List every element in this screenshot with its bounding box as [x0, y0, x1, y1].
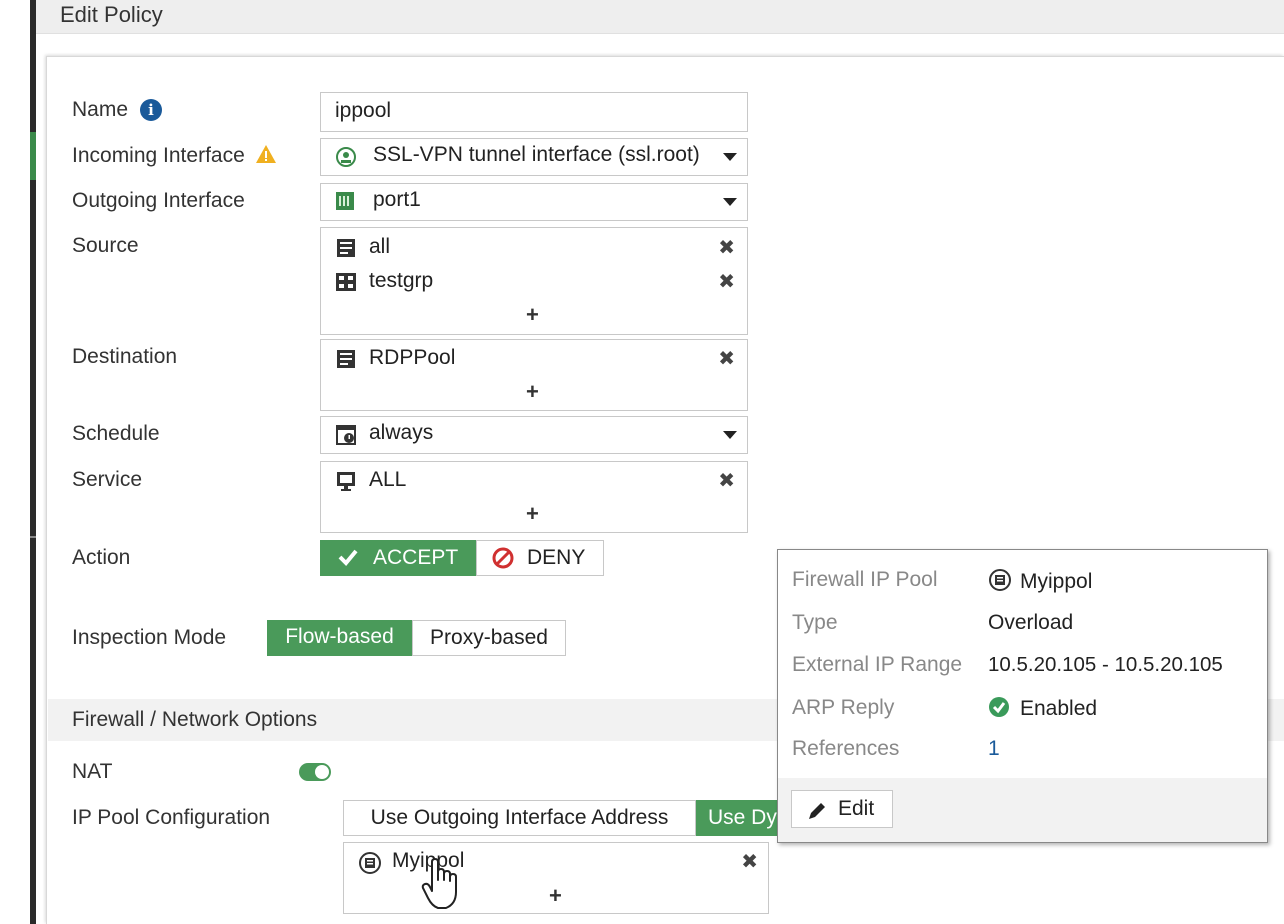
ip-pool-icon	[988, 568, 1012, 598]
outgoing-interface-select[interactable]: port1	[320, 183, 748, 221]
accept-label: ACCEPT	[373, 546, 459, 569]
tooltip-key: Firewall IP Pool	[792, 568, 938, 591]
schedule-value: always	[369, 421, 434, 444]
address-group-icon	[335, 271, 357, 299]
remove-icon[interactable]: ✖	[718, 346, 735, 371]
nat-label: NAT	[72, 760, 113, 783]
left-gutter	[0, 0, 30, 924]
schedule-label: Schedule	[72, 422, 160, 445]
nat-toggle[interactable]	[299, 763, 331, 781]
name-input[interactable]: ippool	[320, 92, 748, 132]
add-destination-icon[interactable]: +	[526, 379, 539, 405]
tooltip-row: References 1	[792, 737, 1262, 767]
inspection-mode-label: Inspection Mode	[72, 626, 227, 649]
tooltip-value: 10.5.20.105 - 10.5.20.105	[988, 653, 1223, 676]
ip-pool-list: Myippol ✖ +	[343, 842, 769, 914]
tooltip-key: ARP Reply	[792, 696, 895, 719]
schedule-select[interactable]: always	[320, 416, 748, 454]
references-link[interactable]: 1	[988, 737, 1000, 761]
tooltip-value: Enabled	[988, 696, 1097, 724]
tooltip-row: Type Overload	[792, 611, 1262, 641]
tooltip-key: References	[792, 737, 900, 760]
remove-icon[interactable]: ✖	[718, 468, 735, 493]
proxy-based-button[interactable]: Proxy-based	[412, 620, 566, 656]
edit-label: Edit	[838, 797, 875, 820]
tooltip-value: Myippol	[988, 568, 1092, 598]
use-outgoing-interface-button[interactable]: Use Outgoing Interface Address	[343, 800, 696, 836]
incoming-interface-select[interactable]: SSL-VPN tunnel interface (ssl.root)	[320, 138, 748, 176]
info-icon[interactable]: i	[140, 99, 163, 121]
source-label: Source	[72, 234, 139, 257]
list-item[interactable]: Myippol ✖	[358, 849, 758, 875]
incoming-interface-value: SSL-VPN tunnel interface (ssl.root)	[373, 143, 700, 166]
edit-button[interactable]: Edit	[791, 790, 893, 828]
hand-cursor-icon	[420, 858, 464, 915]
chevron-down-icon	[723, 153, 737, 161]
tooltip-row: Firewall IP Pool Myippol	[792, 568, 1262, 598]
deny-icon	[491, 546, 515, 576]
ssl-vpn-tunnel-icon	[335, 146, 357, 174]
deny-label: DENY	[527, 546, 586, 569]
service-label: Service	[72, 468, 143, 491]
source-item-label: all	[369, 235, 391, 258]
page-header: Edit Policy	[36, 0, 1284, 34]
tooltip-key: External IP Range	[792, 653, 963, 676]
action-label: Action	[72, 546, 131, 569]
tooltip-row: External IP Range 10.5.20.105 - 10.5.20.…	[792, 653, 1262, 683]
warning-icon[interactable]	[255, 144, 277, 170]
service-icon	[335, 470, 357, 498]
source-item-label: testgrp	[369, 269, 434, 292]
ip-pool-config-label: IP Pool Configuration	[72, 806, 271, 829]
flow-based-button[interactable]: Flow-based	[267, 620, 412, 656]
service-list: ALL ✖ +	[320, 461, 748, 533]
tooltip-key: Type	[792, 611, 838, 634]
ip-pool-icon	[358, 851, 382, 881]
page-title: Edit Policy	[60, 2, 163, 27]
remove-icon[interactable]: ✖	[718, 269, 735, 294]
remove-icon[interactable]: ✖	[718, 235, 735, 260]
add-source-icon[interactable]: +	[526, 302, 539, 328]
destination-item-label: RDPPool	[369, 346, 456, 369]
list-item: testgrp ✖	[335, 269, 735, 295]
service-item-label: ALL	[369, 468, 407, 491]
check-icon	[337, 546, 359, 574]
outgoing-interface-label: Outgoing Interface	[72, 189, 245, 212]
tooltip-footer: Edit	[778, 778, 1267, 842]
name-input-value: ippool	[335, 99, 392, 122]
ip-pool-tooltip: Firewall IP Pool Myippol Type Overload E…	[777, 549, 1268, 843]
tooltip-value: Overload	[988, 611, 1074, 634]
address-icon	[335, 348, 357, 376]
list-item: ALL ✖	[335, 468, 735, 494]
section-title: Firewall / Network Options	[72, 708, 318, 731]
chevron-down-icon	[723, 431, 737, 439]
sidebar-active-marker	[30, 132, 36, 180]
outgoing-interface-value: port1	[373, 188, 421, 211]
schedule-icon	[335, 424, 357, 452]
accept-button[interactable]: ACCEPT	[320, 540, 476, 576]
list-item: RDPPool ✖	[335, 346, 735, 372]
name-label: Name i	[72, 98, 163, 122]
toggle-knob	[315, 765, 329, 779]
add-ip-pool-icon[interactable]: +	[549, 883, 562, 909]
destination-list: RDPPool ✖ +	[320, 339, 748, 411]
destination-label: Destination	[72, 345, 178, 368]
incoming-interface-label: Incoming Interface	[72, 144, 277, 170]
add-service-icon[interactable]: +	[526, 501, 539, 527]
remove-icon[interactable]: ✖	[741, 849, 758, 874]
source-list: all ✖ testgrp ✖ +	[320, 227, 748, 335]
port-icon	[335, 191, 355, 217]
sidebar-marker	[30, 536, 36, 538]
list-item: all ✖	[335, 235, 735, 261]
chevron-down-icon	[723, 198, 737, 206]
check-circle-icon	[988, 696, 1010, 724]
address-icon	[335, 237, 357, 265]
pencil-icon	[806, 800, 828, 828]
deny-button[interactable]: DENY	[476, 540, 604, 576]
tooltip-row: ARP Reply Enabled	[792, 696, 1262, 726]
